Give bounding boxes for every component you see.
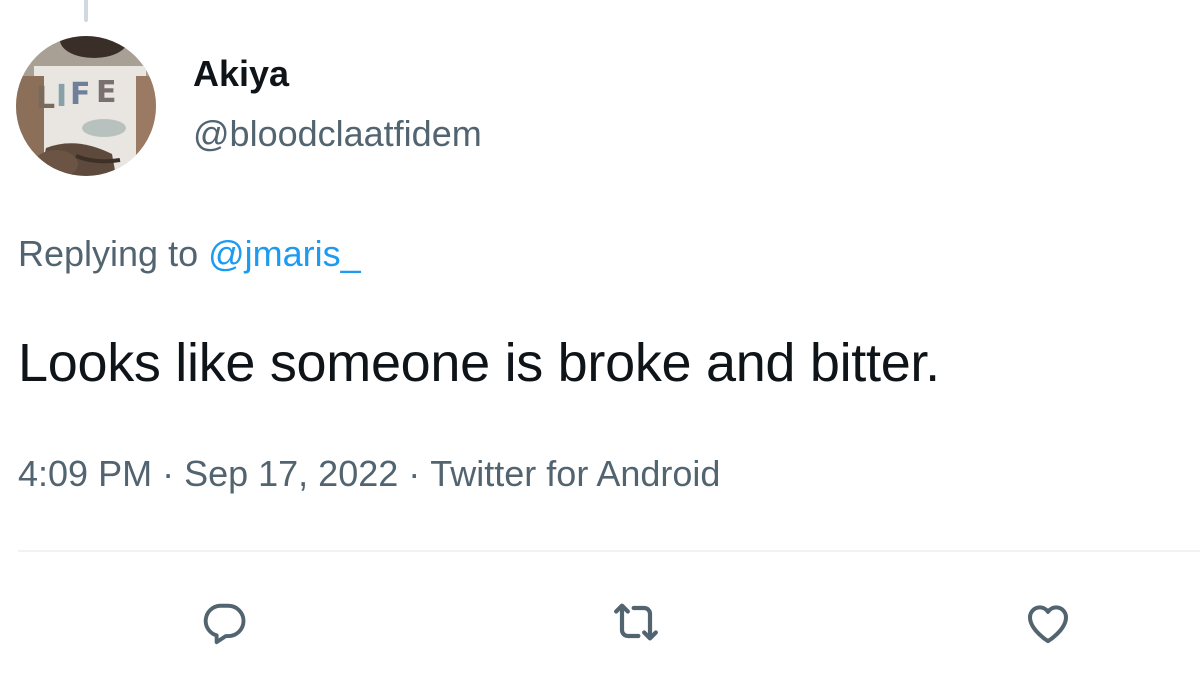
- tweet-text: Looks like someone is broke and bitter.: [18, 333, 940, 393]
- meta-separator: ·: [408, 453, 421, 494]
- tweet-time[interactable]: 4:09 PM: [18, 453, 152, 494]
- svg-text:E: E: [96, 75, 117, 110]
- avatar-photo: L I F E: [16, 36, 156, 176]
- author-handle[interactable]: @bloodclaatfidem: [193, 112, 482, 156]
- thread-connector-line: [84, 0, 88, 22]
- svg-text:L: L: [36, 81, 55, 116]
- svg-text:I: I: [56, 79, 67, 114]
- svg-text:F: F: [70, 77, 91, 112]
- retweet-button[interactable]: [606, 592, 666, 652]
- shirt-lettering: L I F E: [36, 75, 117, 116]
- heart-icon: [1027, 605, 1069, 644]
- tweet-date[interactable]: Sep 17, 2022: [184, 453, 398, 494]
- reply-button[interactable]: [194, 592, 254, 652]
- reply-mention-link[interactable]: @jmaris_: [208, 233, 361, 274]
- tweet-source[interactable]: Twitter for Android: [430, 453, 720, 494]
- author-display-name[interactable]: Akiya: [193, 52, 289, 96]
- reply-context: Replying to @jmaris_: [18, 232, 361, 276]
- reply-icon: [203, 603, 246, 645]
- divider: [18, 550, 1200, 552]
- tweet-meta: 4:09 PM · Sep 17, 2022 · Twitter for Android: [18, 452, 720, 496]
- meta-separator: ·: [162, 453, 175, 494]
- like-button[interactable]: [1018, 592, 1078, 652]
- avatar[interactable]: L I F E: [16, 36, 156, 176]
- retweet-icon: [614, 603, 658, 641]
- reply-context-prefix: Replying to: [18, 233, 199, 274]
